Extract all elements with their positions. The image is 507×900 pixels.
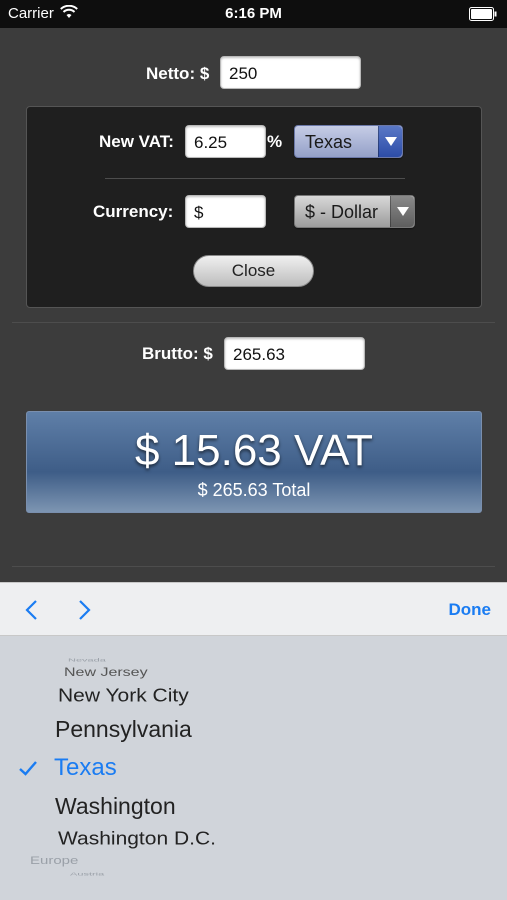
bottom-divider [12,566,495,567]
picker-item-selected[interactable]: Texas [54,754,117,782]
brutto-input[interactable]: 265.63 [224,337,365,370]
checkmark-icon [19,761,37,776]
picker-item[interactable]: New Jersey [64,666,148,680]
netto-label: Netto: $ [146,64,210,83]
picker-item[interactable]: Nevada [68,657,106,662]
brutto-label: Brutto: $ [142,344,213,363]
section-divider [12,322,495,323]
currency-select[interactable]: $ - Dollar [294,195,415,228]
status-bar: Carrier 6:16 PM [0,0,507,28]
currency-symbol-input[interactable]: $ [185,195,266,228]
picker-item[interactable]: New York City [58,685,189,707]
total-amount: $ 265.63 Total [197,480,311,500]
netto-input[interactable]: 250 [220,56,361,89]
picker-item[interactable]: Washington D.C. [58,828,216,850]
battery-icon [469,7,497,21]
vat-rate-input[interactable]: 6.25 [185,125,266,158]
vat-calculator-screen: Netto: $ 250 New VAT: 6.25 % Texas Curre… [0,28,507,582]
currency-label: Currency: [93,202,174,221]
state-select-value: Texas [305,132,353,152]
new-vat-label: New VAT: [99,132,174,151]
picker-item[interactable]: Austria [70,871,104,876]
state-select[interactable]: Texas [294,125,403,158]
currency-select-value: $ - Dollar [305,202,379,222]
close-button[interactable]: Close [193,255,314,287]
chevron-down-icon [390,196,414,227]
percent-label: % [267,132,283,151]
state-picker-wheel[interactable]: Nevada New Jersey New York City Pennsylv… [0,636,507,900]
vat-result-box: $ 15.63 VAT $ 265.63 Total [26,411,482,513]
done-button[interactable]: Done [449,600,492,620]
picker-item[interactable]: Washington [55,793,176,820]
picker-toolbar: Done [0,582,507,636]
vat-amount: $ 15.63 VAT [134,426,374,475]
chevron-left-icon[interactable] [22,598,42,622]
chevron-down-icon [378,126,402,157]
chevron-right-icon[interactable] [74,598,94,622]
picker-item[interactable]: Pennsylvania [55,716,192,743]
panel-divider [105,178,405,179]
status-time: 6:16 PM [225,5,282,22]
picker-item[interactable]: Europe [30,854,78,867]
